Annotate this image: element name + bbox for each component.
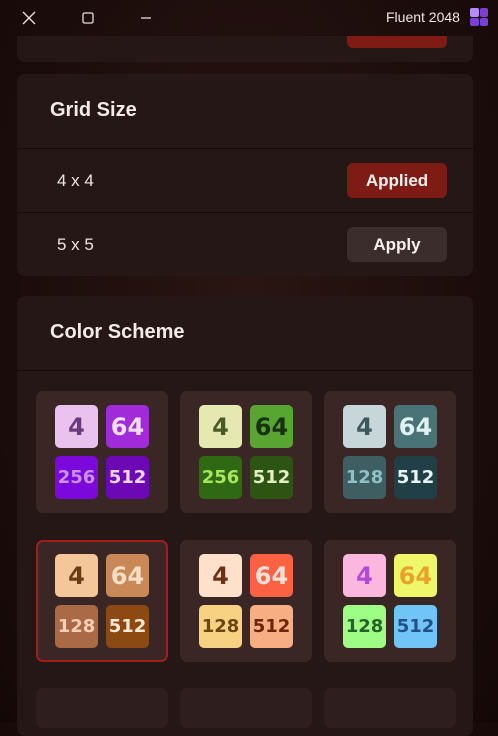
- grid-size-option-5x5: 5 x 5 Apply: [17, 213, 473, 276]
- color-scheme-header: Color Scheme: [17, 296, 473, 371]
- tile-64: 64: [394, 554, 437, 597]
- close-button[interactable]: [6, 0, 52, 36]
- tile-512: 512: [106, 605, 149, 648]
- tile-512: 512: [394, 456, 437, 499]
- grid-size-option-label: 4 x 4: [57, 171, 94, 190]
- tile-128: 128: [55, 605, 98, 648]
- tile-128: 128: [199, 605, 242, 648]
- tile-512: 512: [250, 605, 293, 648]
- tile-64: 64: [106, 554, 149, 597]
- color-scheme-option-partial[interactable]: [180, 688, 312, 728]
- tile-256: 256: [199, 456, 242, 499]
- grid-size-card: Grid Size 4 x 4 Applied 5 x 5 Apply: [17, 74, 473, 276]
- title-bar: Fluent 2048: [0, 0, 498, 36]
- tile-128: 128: [343, 456, 386, 499]
- tile-128: 128: [343, 605, 386, 648]
- grid-size-header: Grid Size: [17, 74, 473, 149]
- tile-4: 4: [55, 405, 98, 448]
- minimize-icon: [141, 17, 151, 19]
- tile-4: 4: [199, 554, 242, 597]
- color-scheme-option-partial[interactable]: [36, 688, 168, 728]
- previous-applied-button[interactable]: [347, 36, 447, 48]
- grid-size-option-4x4: 4 x 4 Applied: [17, 149, 473, 213]
- maximize-button[interactable]: [65, 0, 111, 36]
- tile-512: 512: [394, 605, 437, 648]
- app-logo-icon: [470, 8, 488, 26]
- applied-button[interactable]: Applied: [347, 163, 447, 198]
- color-scheme-heading: Color Scheme: [50, 321, 185, 343]
- tile-4: 4: [55, 554, 98, 597]
- tile-256: 256: [55, 456, 98, 499]
- tile-64: 64: [250, 554, 293, 597]
- color-scheme-option-partial[interactable]: [324, 688, 456, 728]
- maximize-icon: [82, 12, 94, 24]
- grid-size-option-label: 5 x 5: [57, 235, 94, 254]
- tile-4: 4: [343, 554, 386, 597]
- close-icon: [22, 11, 36, 25]
- previous-settings-card: [17, 36, 473, 62]
- app-title: Fluent 2048: [386, 9, 460, 25]
- color-scheme-option[interactable]: 4 64 128 512: [36, 540, 168, 662]
- color-scheme-card: Color Scheme 4 64 256 512 4 64 256 512 4 64 128 512…: [17, 296, 473, 736]
- color-scheme-option[interactable]: 4 64 256 512: [36, 391, 168, 513]
- color-scheme-option[interactable]: 4 64 256 512: [180, 391, 312, 513]
- color-scheme-option[interactable]: 4 64 128 512: [180, 540, 312, 662]
- tile-64: 64: [394, 405, 437, 448]
- apply-button[interactable]: Apply: [347, 227, 447, 262]
- color-scheme-option[interactable]: 4 64 128 512: [324, 540, 456, 662]
- grid-size-heading: Grid Size: [50, 99, 137, 121]
- tile-512: 512: [250, 456, 293, 499]
- tile-512: 512: [106, 456, 149, 499]
- color-scheme-option[interactable]: 4 64 128 512: [324, 391, 456, 513]
- tile-64: 64: [250, 405, 293, 448]
- tile-4: 4: [343, 405, 386, 448]
- tile-4: 4: [199, 405, 242, 448]
- minimize-button[interactable]: [123, 0, 169, 36]
- tile-64: 64: [106, 405, 149, 448]
